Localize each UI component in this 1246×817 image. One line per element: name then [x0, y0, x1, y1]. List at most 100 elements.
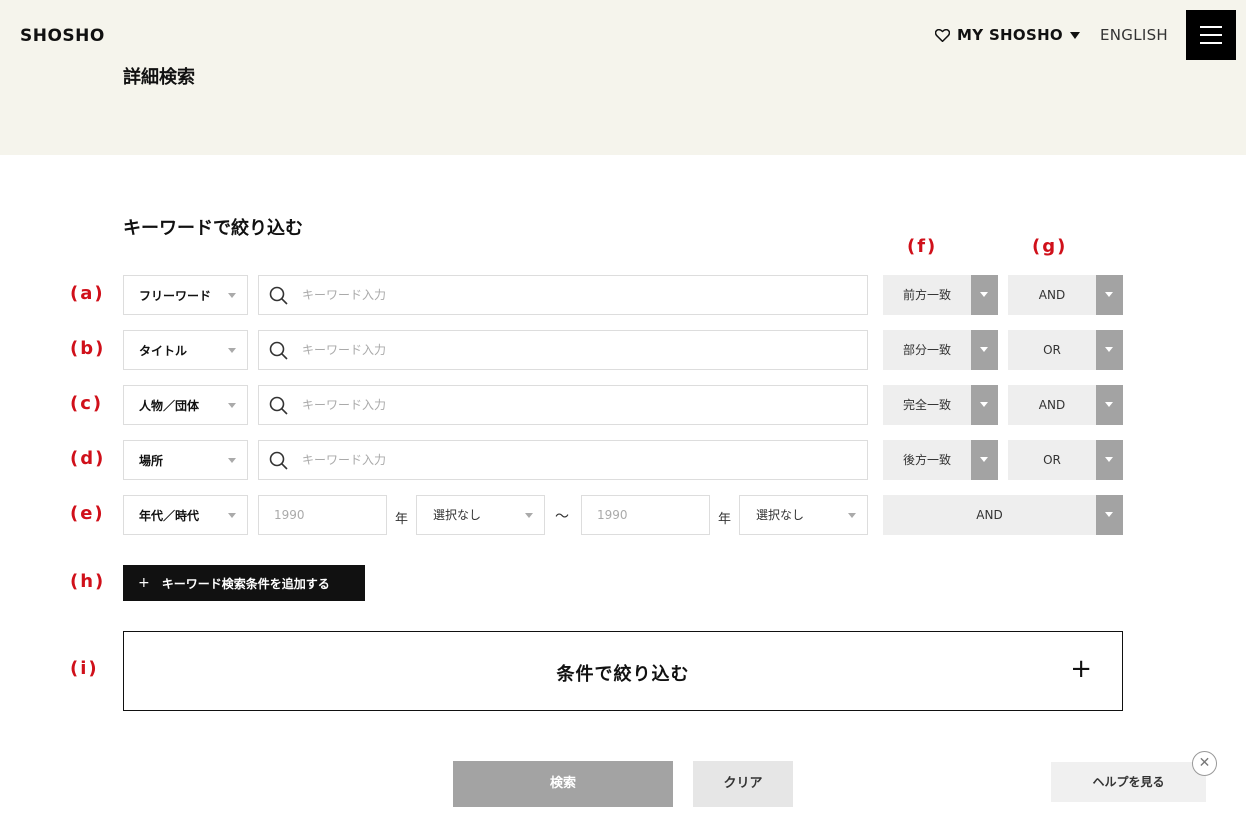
chevron-down-icon — [1105, 512, 1113, 517]
keyword-input-box — [258, 385, 868, 425]
match-select-value: 後方一致 — [902, 453, 951, 467]
row-label: (a) — [70, 283, 105, 304]
from-year-input[interactable] — [259, 496, 369, 534]
hamburger-icon-line — [1200, 34, 1222, 36]
search-icon — [269, 451, 288, 470]
dropdown-arrow — [971, 385, 998, 425]
search-icon — [269, 286, 288, 305]
row-label: (c) — [70, 393, 104, 414]
to-era-select[interactable]: 選択なし — [739, 495, 868, 535]
from-year-box — [258, 495, 387, 535]
logic-select[interactable]: OR — [1008, 440, 1123, 480]
field-select[interactable]: フリーワード — [123, 275, 248, 315]
chevron-down-icon — [228, 293, 236, 298]
chevron-down-icon — [980, 292, 988, 297]
search-button[interactable]: 検索 — [453, 761, 673, 807]
chevron-down-icon — [980, 402, 988, 407]
match-select[interactable]: 後方一致 — [883, 440, 998, 480]
row-label: (i) — [70, 658, 99, 679]
chevron-down-icon — [848, 513, 856, 518]
keyword-input[interactable] — [302, 441, 852, 479]
chevron-down-icon — [525, 513, 533, 518]
search-icon — [269, 341, 288, 360]
english-link[interactable]: ENGLISH — [1100, 26, 1168, 44]
dropdown-arrow — [971, 330, 998, 370]
year-unit: 年 — [395, 512, 409, 527]
chevron-down-icon — [228, 403, 236, 408]
dropdown-arrow — [1096, 385, 1123, 425]
col-label-match: (f) — [907, 236, 938, 257]
chevron-down-icon — [1105, 402, 1113, 407]
condition-accordion[interactable]: 条件で絞り込む + — [123, 631, 1123, 711]
logic-select-value: AND — [1038, 288, 1066, 302]
field-select-value: 場所 — [139, 453, 164, 468]
plus-icon: + — [138, 575, 150, 591]
keyword-input-box — [258, 275, 868, 315]
dropdown-arrow — [1096, 495, 1123, 535]
my-shosho-label: MY SHOSHO — [957, 26, 1063, 44]
field-select[interactable]: 人物／団体 — [123, 385, 248, 425]
chevron-down-icon — [1105, 292, 1113, 297]
condition-accordion-title: 条件で絞り込む — [556, 664, 690, 685]
field-select-value: タイトル — [139, 343, 188, 358]
from-era-value: 選択なし — [433, 508, 482, 522]
hamburger-icon — [1200, 26, 1222, 28]
chevron-down-icon — [1105, 347, 1113, 352]
match-select-value: 完全一致 — [902, 398, 951, 412]
logic-select-value: AND — [976, 508, 1003, 522]
help-button[interactable]: ヘルプを見る — [1051, 762, 1206, 802]
field-select[interactable]: 場所 — [123, 440, 248, 480]
chevron-down-icon — [980, 457, 988, 462]
keyword-input[interactable] — [302, 276, 852, 314]
hamburger-menu-button[interactable] — [1186, 10, 1236, 60]
match-select-value: 部分一致 — [902, 343, 951, 357]
header: SHOSHO 詳細検索 MY SHOSHO ENGLISH — [0, 0, 1246, 155]
chevron-down-icon — [228, 348, 236, 353]
top-nav: MY SHOSHO ENGLISH — [935, 26, 1168, 44]
to-year-input[interactable] — [582, 496, 692, 534]
field-select-value: フリーワード — [139, 288, 212, 303]
my-shosho-menu[interactable]: MY SHOSHO — [935, 26, 1080, 44]
row-label: (b) — [70, 338, 106, 359]
col-label-logic: (g) — [1032, 236, 1068, 257]
range-separator: 〜 — [555, 509, 569, 525]
close-icon[interactable]: ✕ — [1192, 751, 1217, 776]
logic-select[interactable]: AND — [1008, 275, 1123, 315]
logic-select[interactable]: AND — [883, 495, 1123, 535]
row-label: (e) — [70, 503, 105, 524]
logic-select[interactable]: AND — [1008, 385, 1123, 425]
search-icon — [269, 396, 288, 415]
keyword-section-title: キーワードで絞り込む — [123, 218, 303, 239]
hamburger-icon-line — [1200, 42, 1222, 44]
logic-select[interactable]: OR — [1008, 330, 1123, 370]
heart-icon — [935, 28, 951, 42]
keyword-input[interactable] — [302, 331, 852, 369]
keyword-input-box — [258, 330, 868, 370]
logic-select-value: OR — [1043, 343, 1061, 357]
keyword-input[interactable] — [302, 386, 852, 424]
to-era-value: 選択なし — [756, 508, 805, 522]
add-keyword-condition-label: キーワード検索条件を追加する — [161, 576, 330, 591]
field-select[interactable]: 年代／時代 — [123, 495, 248, 535]
add-keyword-condition-button[interactable]: + キーワード検索条件を追加する — [123, 565, 365, 601]
dropdown-arrow — [971, 275, 998, 315]
logic-select-value: OR — [1043, 453, 1061, 467]
from-era-select[interactable]: 選択なし — [416, 495, 545, 535]
logo[interactable]: SHOSHO — [20, 26, 105, 46]
field-select[interactable]: タイトル — [123, 330, 248, 370]
caret-down-icon — [1069, 31, 1080, 39]
match-select[interactable]: 完全一致 — [883, 385, 998, 425]
match-select[interactable]: 前方一致 — [883, 275, 998, 315]
clear-button[interactable]: クリア — [693, 761, 793, 807]
dropdown-arrow — [1096, 275, 1123, 315]
plus-icon: + — [1070, 654, 1092, 684]
field-select-value: 年代／時代 — [139, 508, 200, 523]
chevron-down-icon — [1105, 457, 1113, 462]
dropdown-arrow — [1096, 330, 1123, 370]
match-select[interactable]: 部分一致 — [883, 330, 998, 370]
chevron-down-icon — [228, 458, 236, 463]
dropdown-arrow — [971, 440, 998, 480]
row-label: (d) — [70, 448, 106, 469]
page-title: 詳細検索 — [123, 67, 195, 88]
to-year-box — [581, 495, 710, 535]
